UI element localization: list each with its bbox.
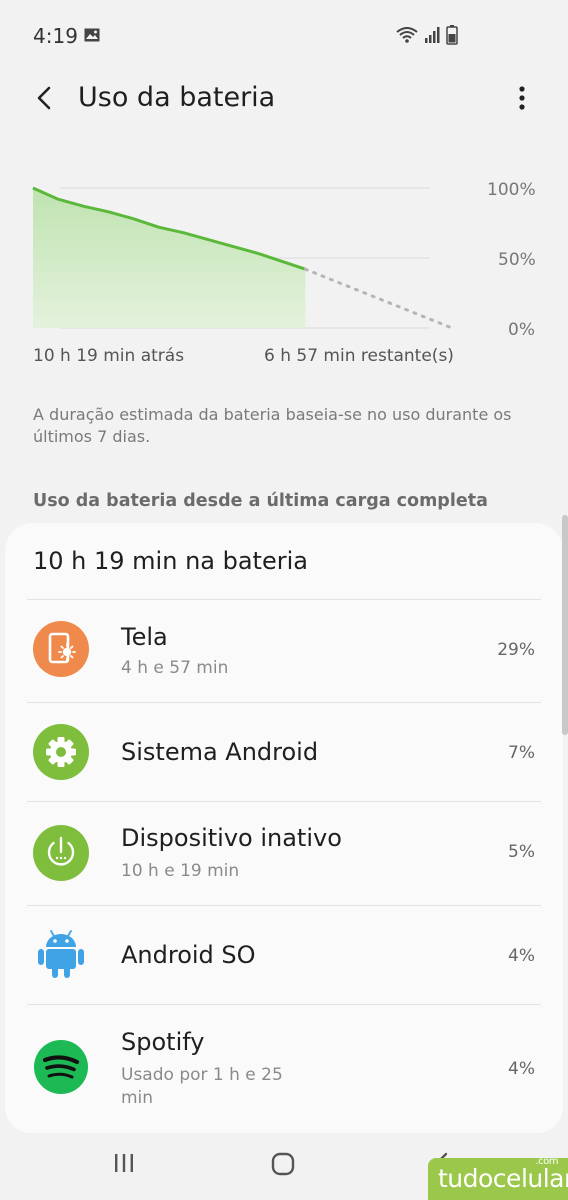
item-name: Android SO bbox=[121, 941, 256, 969]
watermark-domain: .com bbox=[535, 1156, 558, 1167]
item-percent: 5% bbox=[508, 842, 535, 862]
watermark-text: tudocelular bbox=[438, 1164, 568, 1193]
image-notification-icon bbox=[84, 28, 100, 42]
y-tick-label: 0% bbox=[508, 320, 535, 340]
item-duration: 10 h e 19 min bbox=[121, 861, 240, 881]
chart-end-label: 6 h 57 min restante(s) bbox=[264, 346, 454, 366]
item-percent: 7% bbox=[508, 743, 535, 763]
usage-card: 10 h 19 min na bateria Tela 4 h e 57 min… bbox=[5, 523, 563, 1133]
usage-area bbox=[33, 188, 306, 328]
home-icon[interactable] bbox=[270, 1151, 296, 1177]
usage-item-android-so[interactable]: Android SO 4% bbox=[5, 906, 563, 1004]
item-percent: 4% bbox=[508, 946, 535, 966]
status-time: 4:19 bbox=[33, 24, 78, 48]
item-duration: 4 h e 57 min bbox=[121, 658, 229, 678]
recent-apps-icon[interactable] bbox=[112, 1151, 136, 1175]
android-robot-icon bbox=[38, 930, 84, 978]
settings-gear-icon bbox=[33, 724, 89, 780]
spotify-icon bbox=[34, 1040, 88, 1094]
power-idle-icon bbox=[33, 825, 89, 881]
projection-line bbox=[303, 267, 454, 330]
item-name: Spotify bbox=[121, 1028, 205, 1056]
item-percent: 4% bbox=[508, 1059, 535, 1079]
watermark-logo: tudocelular .com bbox=[428, 1156, 568, 1200]
card-title: 10 h 19 min na bateria bbox=[33, 547, 308, 575]
y-tick-label: 50% bbox=[498, 250, 536, 270]
chart-canvas bbox=[32, 186, 454, 330]
item-name: Tela bbox=[121, 623, 168, 651]
more-options-icon[interactable] bbox=[508, 82, 536, 114]
back-arrow-icon[interactable] bbox=[30, 83, 58, 113]
page-title: Uso da bateria bbox=[78, 82, 276, 113]
system-icons bbox=[396, 25, 458, 45]
battery-icon bbox=[446, 25, 458, 45]
usage-item-tela[interactable]: Tela 4 h e 57 min 29% bbox=[5, 600, 563, 702]
battery-chart: 100% 50% 0% 10 h 19 min atrás 6 h 57 min… bbox=[0, 170, 568, 370]
status-bar: 4:19 bbox=[0, 0, 568, 70]
chart-start-label: 10 h 19 min atrás bbox=[33, 346, 185, 366]
usage-item-spotify[interactable]: Spotify Usado por 1 h e 25 min 4% bbox=[5, 1005, 563, 1133]
app-bar: Uso da bateria bbox=[0, 70, 568, 130]
y-tick-label: 100% bbox=[487, 180, 536, 200]
screen-brightness-icon bbox=[33, 621, 89, 677]
signal-icon bbox=[425, 27, 440, 43]
usage-item-sistema-android[interactable]: Sistema Android 7% bbox=[5, 703, 563, 801]
item-duration: Usado por 1 h e 25 min bbox=[121, 1065, 283, 1108]
item-name: Sistema Android bbox=[121, 738, 319, 766]
section-title: Uso da bateria desde a última carga comp… bbox=[33, 491, 488, 511]
item-name: Dispositivo inativo bbox=[121, 824, 342, 852]
usage-item-dispositivo-inativo[interactable]: Dispositivo inativo 10 h e 19 min 5% bbox=[5, 802, 563, 905]
wifi-icon bbox=[396, 27, 418, 43]
item-percent: 29% bbox=[497, 640, 535, 660]
estimate-note: A duração estimada da bateria baseia-se … bbox=[33, 405, 512, 446]
scrollbar[interactable] bbox=[562, 515, 568, 735]
